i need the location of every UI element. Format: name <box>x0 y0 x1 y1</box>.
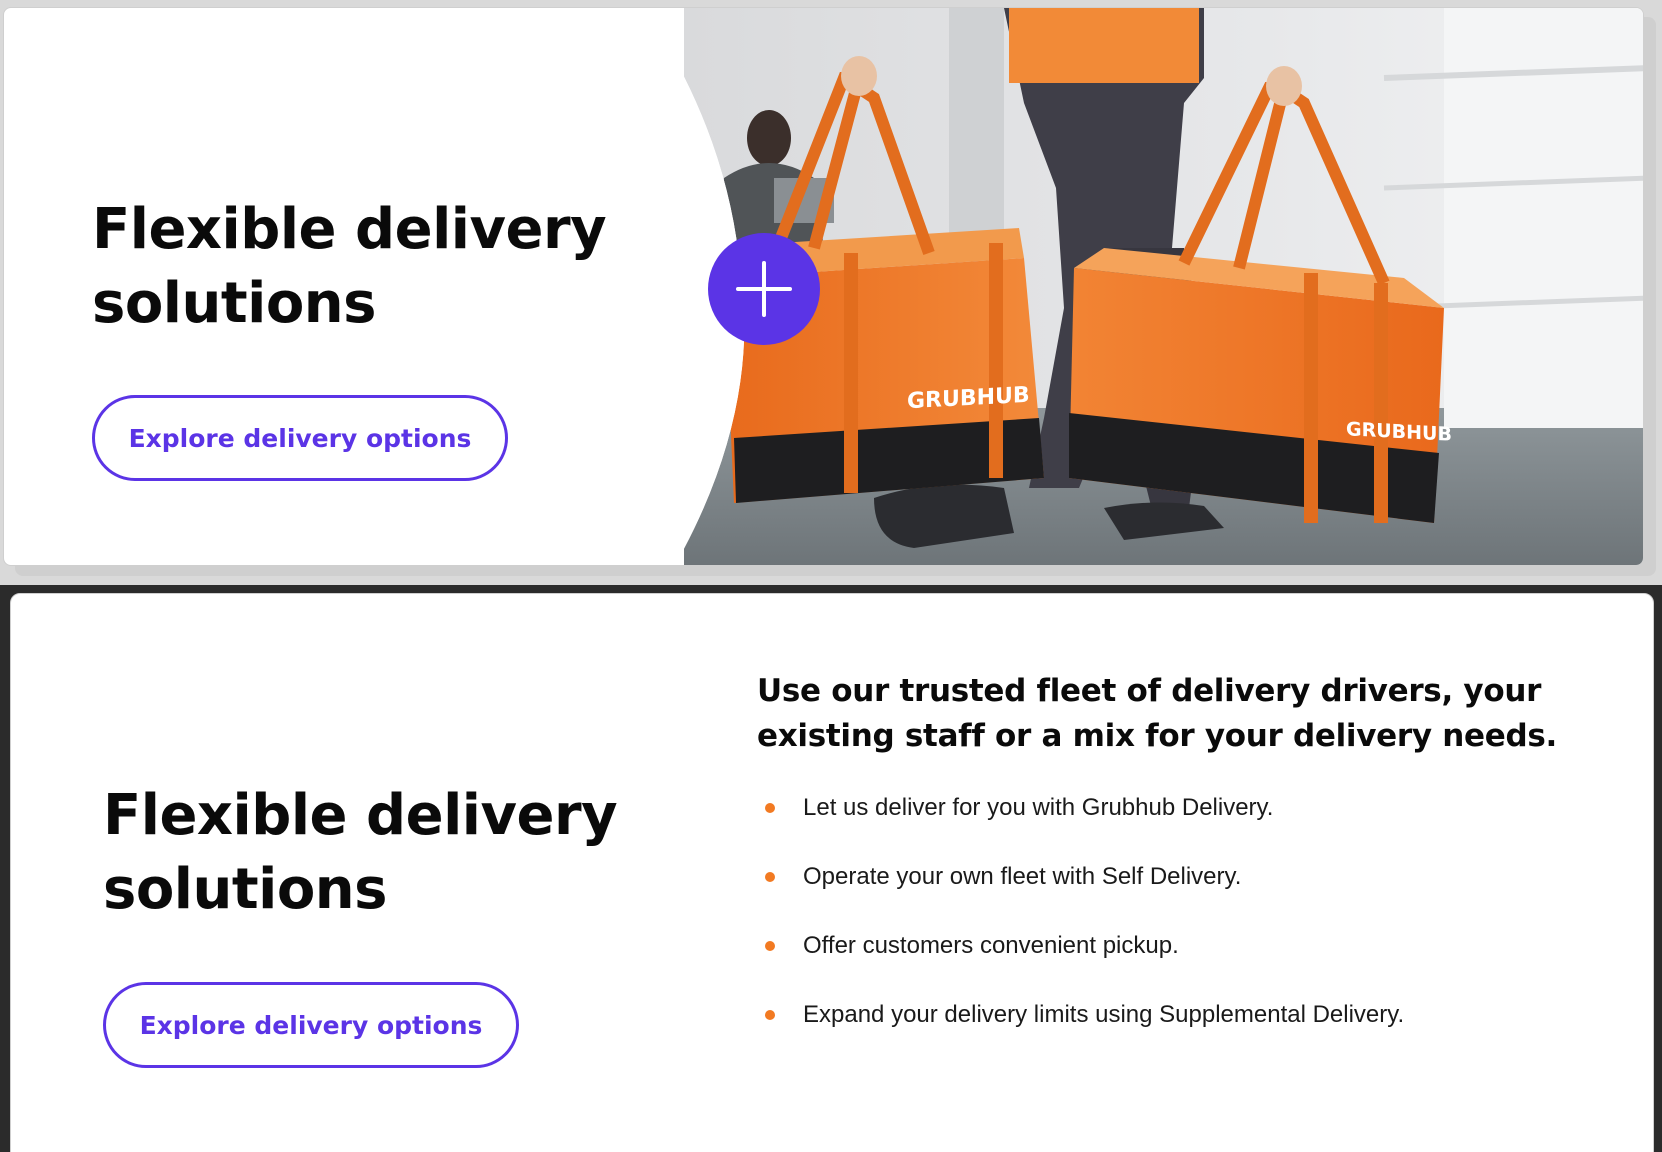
list-item: Expand your delivery limits using Supple… <box>757 1000 1617 1069</box>
bullet-dot <box>765 803 775 813</box>
headline-block: Flexible delivery solutions <box>92 193 672 341</box>
delivery-bags-photo: GRUBHUB GRUBHUB <box>684 8 1643 565</box>
list-item: Operate your own fleet with Self Deliver… <box>757 862 1617 931</box>
details-title: Use our trusted fleet of delivery driver… <box>757 673 1558 754</box>
list-item: Offer customers convenient pickup. <box>757 931 1617 1000</box>
bullet-dot <box>765 872 775 882</box>
bullet-dot <box>765 1010 775 1020</box>
delivery-feature-card-expanded: Flexible delivery solutions Explore deli… <box>10 593 1654 1152</box>
headline-block: Flexible delivery solutions <box>103 779 683 927</box>
card-headline-line2: solutions <box>92 271 377 336</box>
list-item: Let us deliver for you with Grubhub Deli… <box>757 793 1617 862</box>
delivery-feature-card-collapsed: Flexible delivery solutions Explore deli… <box>3 7 1644 566</box>
explore-delivery-options-button[interactable]: Explore delivery options <box>92 395 508 481</box>
expand-plus-button[interactable] <box>708 233 820 345</box>
card-headline-line1: Flexible delivery <box>92 197 607 262</box>
card-headline-line2: solutions <box>103 857 388 922</box>
explore-delivery-options-button[interactable]: Explore delivery options <box>103 982 519 1068</box>
delivery-options-list: Let us deliver for you with Grubhub Deli… <box>757 793 1617 1069</box>
plus-icon <box>736 261 792 317</box>
card-headline-line1: Flexible delivery <box>103 783 618 848</box>
delivery-details: Use our trusted fleet of delivery driver… <box>757 669 1617 1069</box>
bullet-dot <box>765 941 775 951</box>
